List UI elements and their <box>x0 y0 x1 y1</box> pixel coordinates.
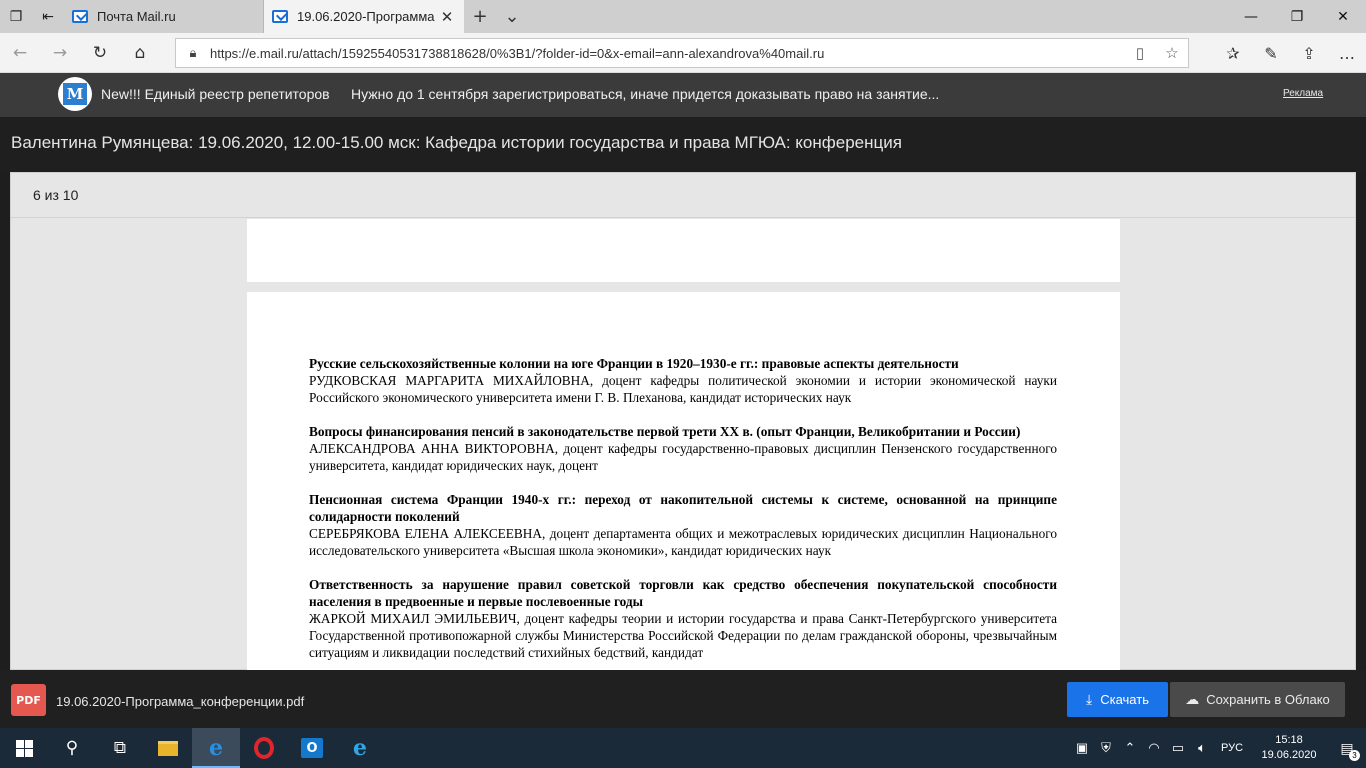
ad-link[interactable]: Реклама <box>1283 88 1323 99</box>
mail-favicon-icon <box>272 10 288 23</box>
page-counter: 6 из 10 <box>33 187 79 203</box>
program-entry: Ответственность за нарушение правил сове… <box>309 576 1057 661</box>
lock-icon: 🔒︎ <box>189 45 197 60</box>
forward-icon[interactable]: → <box>40 33 80 73</box>
pen-icon[interactable]: ✎ <box>1252 33 1290 73</box>
tab-list-chevron-icon[interactable]: ⌄ <box>496 0 528 33</box>
entry-author: СЕРЕБРЯКОВА ЕЛЕНА АЛЕКСЕЕВНА, доцент деп… <box>309 526 1057 558</box>
program-entry: Русские сельскохозяйственные колонии на … <box>309 355 1057 406</box>
mail-favicon-icon <box>72 10 88 23</box>
program-entry: Пенсионная система Франции 1940-х гг.: п… <box>309 491 1057 559</box>
tab-close-icon[interactable]: ✕ <box>438 8 456 26</box>
viewer-header: Валентина Румянцева: 19.06.2020, 12.00-1… <box>0 117 1366 172</box>
set-tabs-aside-icon[interactable]: ⇤ <box>32 0 64 33</box>
tab-program[interactable]: 19.06.2020-Программа ✕ <box>264 0 464 33</box>
volume-icon[interactable]: 🔈︎ <box>1190 740 1214 756</box>
ad-title[interactable]: New!!! Единый реестр репетиторов <box>101 86 330 102</box>
entry-heading: Ответственность за нарушение правил сове… <box>309 577 1057 609</box>
previous-page <box>247 219 1120 282</box>
document-viewer[interactable]: 6 из 10 Русские сельскохозяйственные кол… <box>10 172 1356 672</box>
tab-mail[interactable]: Почта Mail.ru <box>64 0 264 33</box>
download-bar: PDF 19.06.2020-Программа_конференции.pdf… <box>0 670 1366 728</box>
reading-view-icon[interactable]: ▯ <box>1124 44 1156 62</box>
battery-icon[interactable]: ▭ <box>1166 740 1190 756</box>
entry-author: ЖАРКОЙ МИХАИЛ ЭМИЛЬЕВИЧ, доцент кафедры … <box>309 611 1057 660</box>
system-tray: ▣ ⛨ ⌃ ◠ ▭ 🔈︎ РУС 15:18 19.06.2020 ▤ 3 <box>1070 728 1366 768</box>
minimize-icon[interactable]: — <box>1228 0 1274 33</box>
document-text: Русские сельскохозяйственные колонии на … <box>309 355 1057 672</box>
download-arrow-icon: ⤓ <box>1086 691 1093 707</box>
refresh-icon[interactable]: ↻ <box>80 33 120 73</box>
ad-logo[interactable]: M <box>58 77 92 111</box>
save-to-cloud-label: Сохранить в Облако <box>1206 692 1330 707</box>
clock-time: 15:18 <box>1275 734 1303 746</box>
edge-icon[interactable]: e <box>192 728 240 768</box>
ad-logo-letter: M <box>63 83 87 105</box>
entry-author: АЛЕКСАНДРОВА АННА ВИКТОРОВНА, доцент каф… <box>309 441 1057 473</box>
browser-tab-bar: ❐ ⇤ Почта Mail.ru 19.06.2020-Программа ✕… <box>0 0 1366 33</box>
close-window-icon[interactable]: ✕ <box>1320 0 1366 33</box>
cloud-upload-icon: ☁ <box>1185 691 1200 707</box>
tab-title: Почта Mail.ru <box>97 9 176 24</box>
file-explorer-icon[interactable] <box>144 728 192 768</box>
tab-actions-icon[interactable]: ❐ <box>0 0 32 33</box>
entry-heading: Русские сельскохозяйственные колонии на … <box>309 356 959 371</box>
ad-banner[interactable]: M New!!! Единый реестр репетиторов Нужно… <box>0 73 1366 117</box>
tab-title: 19.06.2020-Программа <box>297 9 435 24</box>
download-label: Скачать <box>1100 692 1149 707</box>
file-name: 19.06.2020-Программа_конференции.pdf <box>56 694 305 709</box>
favorite-star-icon[interactable]: ☆ <box>1156 44 1188 62</box>
document-title: Валентина Румянцева: 19.06.2020, 12.00-1… <box>11 133 902 152</box>
show-hidden-icons-chevron-icon[interactable]: ⌃ <box>1118 740 1142 756</box>
clock-date: 19.06.2020 <box>1261 749 1317 761</box>
favorites-icon[interactable]: ✰ <box>1214 33 1252 73</box>
browser-toolbar-right: ✰ ✎ ⇪ … <box>1214 33 1366 73</box>
ad-text[interactable]: Нужно до 1 сентября зарегистрироваться, … <box>351 86 939 102</box>
navigation-bar: ← → ↻ ⌂ 🔒︎ https://e.mail.ru/attach/1592… <box>0 33 1366 73</box>
program-entry: Вопросы финансирования пенсий в законода… <box>309 423 1057 474</box>
action-center-icon[interactable]: ▤ 3 <box>1328 740 1366 761</box>
download-button[interactable]: ⤓ Скачать <box>1067 682 1168 717</box>
opera-icon[interactable] <box>240 728 288 768</box>
window-controls: — ❐ ✕ <box>1228 0 1366 33</box>
entry-heading: Вопросы финансирования пенсий в законода… <box>309 424 1021 439</box>
start-button[interactable] <box>0 728 48 768</box>
home-icon[interactable]: ⌂ <box>120 33 160 73</box>
pdf-file-icon: PDF <box>11 684 46 716</box>
url-text: https://e.mail.ru/attach/159255405317388… <box>210 45 825 61</box>
search-icon[interactable]: ⚲ <box>48 728 96 768</box>
address-bar[interactable]: 🔒︎ https://e.mail.ru/attach/159255405317… <box>175 38 1189 68</box>
entry-author: РУДКОВСКАЯ МАРГАРИТА МИХАЙЛОВНА, доцент … <box>309 373 1057 405</box>
current-page: Русские сельскохозяйственные колонии на … <box>247 292 1120 672</box>
outlook-icon[interactable]: O <box>288 728 336 768</box>
more-icon[interactable]: … <box>1328 33 1366 73</box>
clock[interactable]: 15:18 19.06.2020 <box>1250 733 1328 763</box>
new-tab-icon[interactable]: + <box>464 0 496 33</box>
entry-heading: Пенсионная система Франции 1940-х гг.: п… <box>309 492 1057 524</box>
notification-count: 3 <box>1349 749 1360 761</box>
internet-explorer-icon[interactable]: e <box>336 728 384 768</box>
page-counter-bar: 6 из 10 <box>11 173 1355 218</box>
back-icon[interactable]: ← <box>0 33 40 73</box>
share-icon[interactable]: ⇪ <box>1290 33 1328 73</box>
windows-logo-icon <box>15 739 33 757</box>
task-view-icon[interactable]: ⧉ <box>96 728 144 768</box>
windows-taskbar: ⚲ ⧉ e O e ▣ ⛨ ⌃ ◠ ▭ 🔈︎ РУС 15:18 19.06.2… <box>0 728 1366 768</box>
input-language[interactable]: РУС <box>1214 742 1250 754</box>
zoom-icon[interactable]: ▣ <box>1070 740 1094 756</box>
restore-icon[interactable]: ❐ <box>1274 0 1320 33</box>
wifi-icon[interactable]: ◠ <box>1142 740 1166 756</box>
windows-security-icon[interactable]: ⛨ <box>1094 740 1118 756</box>
save-to-cloud-button[interactable]: ☁ Сохранить в Облако <box>1170 682 1345 717</box>
